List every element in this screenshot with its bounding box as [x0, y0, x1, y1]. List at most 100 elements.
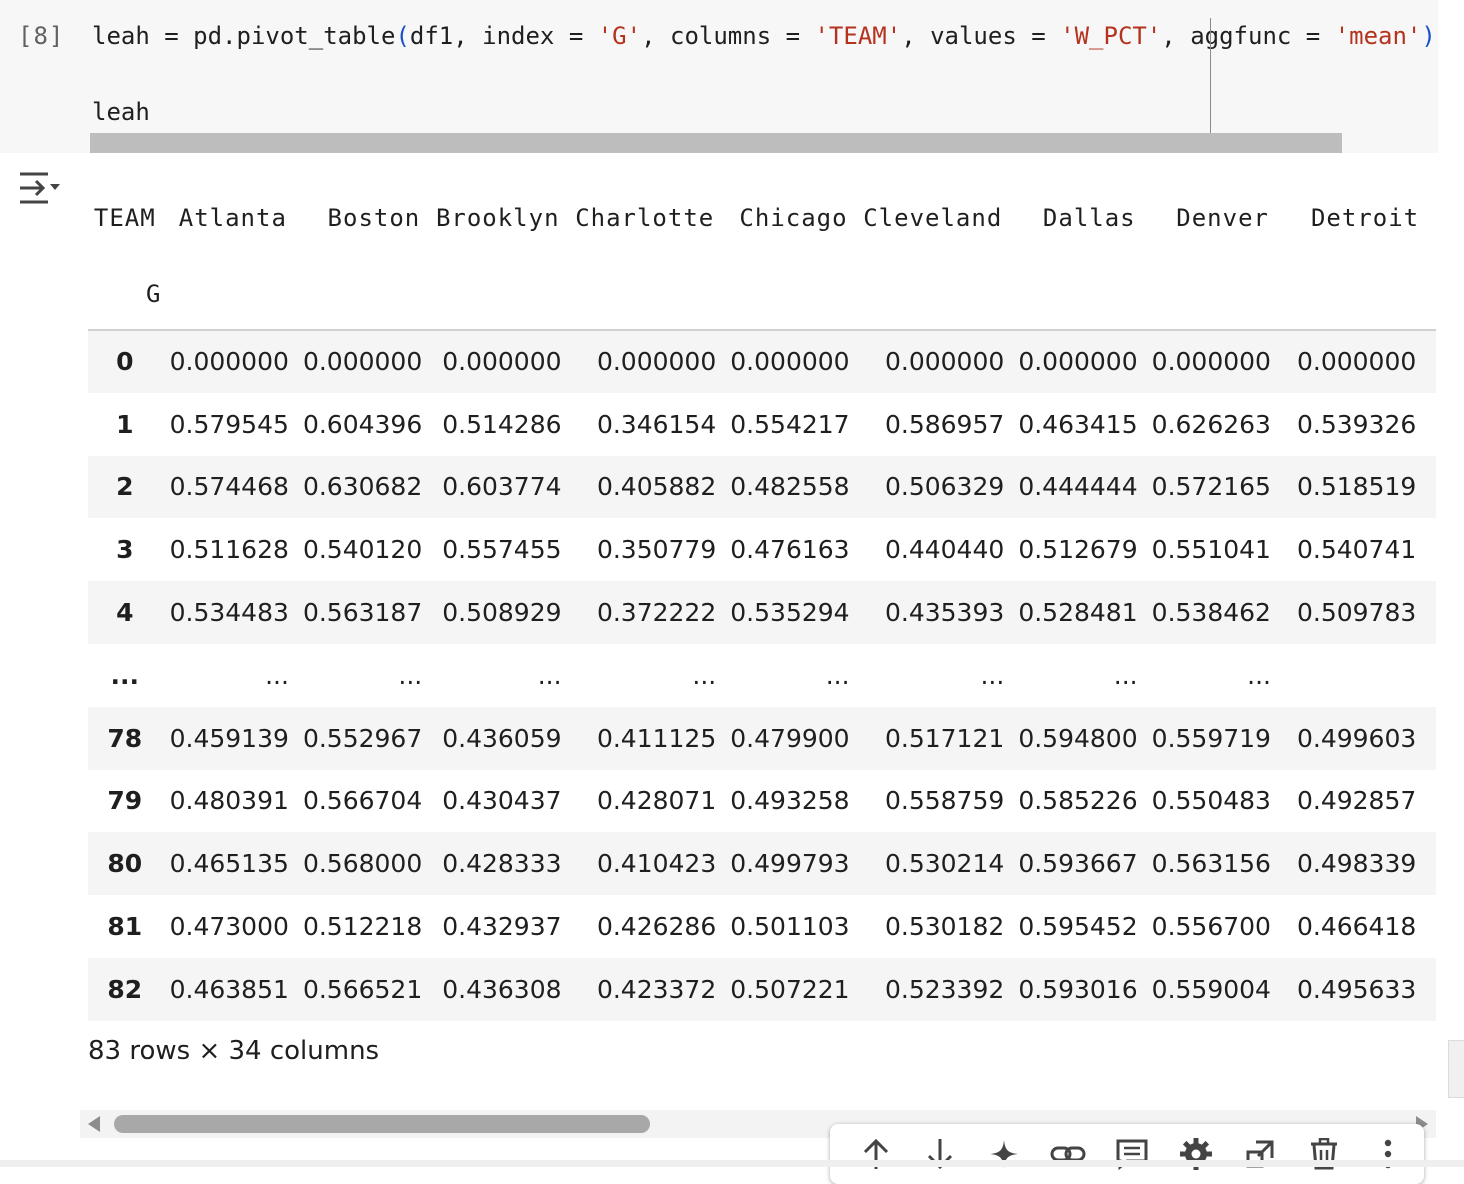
table-cell: 0.463851	[169, 974, 289, 1004]
delete-cell-button[interactable]	[1292, 1126, 1356, 1182]
table-cell: 0.459139	[169, 723, 289, 753]
table-cell: 0.430437	[442, 786, 562, 816]
table-cell: ...	[692, 660, 717, 690]
table-cell: 0.512679	[1018, 535, 1138, 565]
column-header: Denver	[1176, 204, 1269, 232]
table-cell: 0.509783	[1296, 598, 1417, 628]
table-cell: 0.540120	[302, 535, 423, 565]
move-cell-down-button[interactable]	[908, 1126, 972, 1182]
move-cell-up-button[interactable]	[844, 1126, 908, 1182]
table-cell: 0.552967	[302, 723, 423, 753]
table-cell: 0.000000	[596, 347, 717, 377]
table-cell: 0.566704	[302, 786, 423, 816]
table-cell: 0.528481	[1018, 598, 1138, 628]
table-cell: 0.539326	[1296, 409, 1417, 439]
code-paren-open: (	[395, 22, 410, 50]
table-cell: 0.440440	[884, 535, 1005, 565]
table-cell: 0.626263	[1151, 409, 1271, 439]
row-index: 80	[107, 849, 143, 879]
table-cell: ...	[398, 660, 423, 690]
row-index: 3	[116, 535, 134, 565]
table-cell: 0.000000	[302, 347, 423, 377]
table-cell: 0.594800	[1018, 723, 1138, 753]
code-paren-close: )	[1421, 22, 1436, 50]
column-header: Cleveland	[863, 204, 1003, 232]
expand-button[interactable]	[1228, 1126, 1292, 1182]
row-index: 4	[116, 598, 134, 628]
table-cell	[1283, 644, 1436, 707]
vertical-scrollbar-thumb[interactable]	[1448, 1040, 1464, 1098]
bottom-divider	[0, 1160, 1464, 1167]
scrollbar-thumb[interactable]	[114, 1115, 650, 1133]
output-toggle-icon[interactable]	[18, 168, 62, 208]
table-cell: 0.604396	[302, 409, 423, 439]
table-cell: 0.492857	[1296, 786, 1417, 816]
column-header: Atlanta	[178, 204, 287, 232]
table-cell: 0.473000	[169, 912, 289, 942]
code-string: 'mean'	[1334, 22, 1422, 50]
index-header-row: G	[88, 276, 1436, 331]
table-cell: 0.523392	[884, 974, 1005, 1004]
row-index: 79	[107, 786, 143, 816]
table-cell: 0.506329	[884, 472, 1005, 502]
gemini-button[interactable]	[972, 1126, 1036, 1182]
row-index: 1	[116, 409, 134, 439]
table-cell: 0.000000	[1018, 347, 1138, 377]
row-index: 0	[116, 347, 134, 377]
table-row: 80 0.465135 0.568000 0.428333 0.410423 0.4997…	[88, 832, 1436, 896]
table-cell: 0.000000	[1296, 347, 1417, 377]
table-row: 3 0.511628 0.540120 0.557455 0.350779 0.47616…	[88, 518, 1436, 582]
table-cell: ...	[825, 660, 850, 690]
table-cell: ...	[1247, 660, 1271, 690]
settings-button[interactable]	[1164, 1126, 1228, 1182]
code-line-1[interactable]: leah = pd.pivot_table(df1, index = 'G', …	[92, 22, 1436, 50]
table-cell: 0.530182	[884, 912, 1005, 942]
code-token: df1, index =	[409, 22, 598, 50]
execution-count: [8]	[18, 22, 65, 50]
table-cell: 0.499603	[1296, 723, 1417, 753]
column-header-row: TEAM Atlanta Boston Brooklyn Charlotte C…	[88, 160, 1436, 276]
index-name-header: G	[88, 276, 162, 331]
table-cell: 0.572165	[1151, 472, 1271, 502]
table-cell: 0.411125	[596, 723, 717, 753]
table-cell: 0.479900	[730, 723, 850, 753]
table-cell: 0.595452	[1018, 912, 1138, 942]
scroll-left-icon[interactable]	[88, 1116, 100, 1132]
table-cell: 0.563156	[1151, 849, 1271, 879]
table-cell: 0.559004	[1151, 974, 1271, 1004]
link-button[interactable]	[1036, 1126, 1100, 1182]
table-cell: 0.000000	[884, 347, 1005, 377]
table-cell: 0.514286	[442, 409, 562, 439]
table-cell: 0.559719	[1151, 723, 1271, 753]
table-cell: 0.586957	[884, 409, 1005, 439]
row-index: 81	[107, 912, 143, 942]
table-cell: 0.507221	[730, 974, 850, 1004]
code-horizontal-scrollbar[interactable]	[90, 133, 1342, 153]
table-row: 82 0.463851 0.566521 0.436308 0.423372 0.5072…	[88, 957, 1436, 1021]
table-cell: ...	[265, 660, 289, 690]
text-cursor	[1210, 18, 1211, 152]
table-cell: 0.000000	[169, 347, 289, 377]
table-cell: 0.566521	[302, 974, 423, 1004]
row-index: ...	[110, 660, 140, 690]
table-cell: 0.476163	[730, 535, 850, 565]
table-cell: 0.465135	[169, 849, 289, 879]
columns-name-header: TEAM	[93, 204, 156, 232]
table-cell: 0.000000	[1151, 347, 1271, 377]
column-header: Dallas	[1042, 204, 1136, 232]
more-options-button[interactable]	[1356, 1126, 1420, 1182]
table-cell: 0.405882	[596, 472, 717, 502]
table-cell: 0.593667	[1018, 849, 1138, 879]
comment-button[interactable]	[1100, 1126, 1164, 1182]
table-cell: 0.501103	[730, 912, 850, 942]
code-token: , aggfunc =	[1161, 22, 1335, 50]
table-cell: 0.512218	[302, 912, 423, 942]
table-cell: 0.495633	[1296, 974, 1417, 1004]
table-cell: 0.463415	[1018, 409, 1138, 439]
table-row: 1 0.579545 0.604396 0.514286 0.346154 0.55421…	[88, 392, 1436, 456]
table-row: 78 0.459139 0.552967 0.436059 0.411125 0.4799…	[88, 706, 1436, 770]
table-cell: 0.603774	[442, 472, 562, 502]
code-cell[interactable]: [8] leah = pd.pivot_table(df1, index = '…	[0, 0, 1438, 153]
code-line-2[interactable]: leah	[92, 98, 150, 126]
code-token: , columns =	[641, 22, 815, 50]
